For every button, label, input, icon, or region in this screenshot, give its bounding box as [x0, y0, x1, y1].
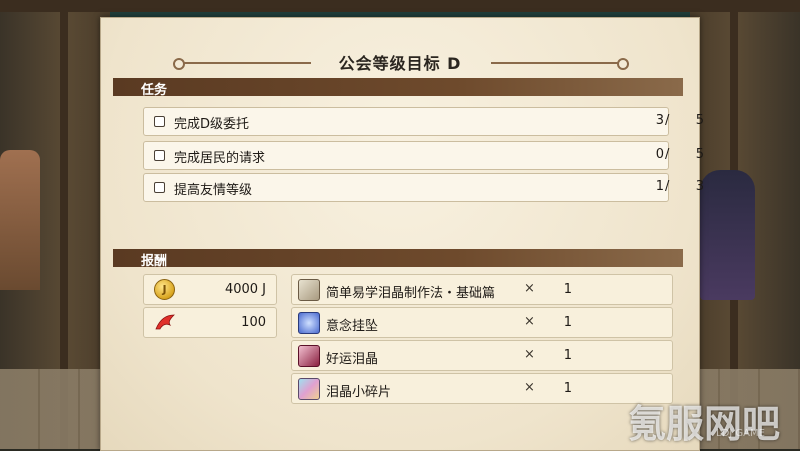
character-right — [700, 170, 755, 300]
reward-item-qty: 1 — [563, 315, 572, 330]
reward-money-value: 4000 J — [224, 282, 266, 297]
reward-item-name: 好运泪晶 — [326, 352, 379, 367]
task-current: 3 — [655, 113, 664, 128]
site-watermark: 氪服网吧 — [628, 402, 781, 446]
multiplier-sign: × — [524, 380, 535, 395]
task-label: 完成D级委托 — [174, 117, 250, 132]
reward-item-row[interactable]: 好运泪晶 × 1 — [291, 340, 673, 371]
site-watermark-sub: LDJ GAME — [716, 428, 765, 439]
reward-item-qty: 1 — [563, 381, 572, 396]
character-left — [0, 150, 40, 290]
jewel-coin-icon: J — [154, 279, 175, 300]
pendant-icon — [298, 312, 320, 334]
reward-money: J 4000 J — [143, 274, 277, 305]
checkbox-icon[interactable] — [154, 150, 165, 161]
task-label: 完成居民的请求 — [174, 151, 266, 166]
tasks-section-header: 任务 — [113, 78, 683, 98]
multiplier-sign: × — [524, 314, 535, 329]
reward-item-row[interactable]: 泪晶小碎片 × 1 — [291, 373, 673, 404]
task-current: 0 — [655, 147, 664, 162]
fairy-tail-emblem-icon — [155, 314, 175, 330]
reward-item-name: 意念挂坠 — [326, 319, 379, 334]
task-row[interactable]: 提高友情等级 1 / 3 — [143, 173, 704, 202]
task-slash: / — [665, 113, 670, 128]
reward-reputation-value: 100 — [241, 315, 266, 330]
reward-item-name: 泪晶小碎片 — [326, 385, 392, 400]
rewards-section-header: 报酬 — [113, 249, 683, 269]
multiplier-sign: × — [524, 281, 535, 296]
task-current: 1 — [655, 179, 664, 194]
task-row[interactable]: 完成居民的请求 0 / 5 — [143, 141, 704, 170]
task-slash: / — [665, 147, 670, 162]
red-crystal-icon — [298, 345, 320, 367]
task-total: 5 — [695, 113, 704, 128]
reward-item-name: 简单易学泪晶制作法・基础篇 — [326, 286, 496, 301]
checkbox-icon[interactable] — [154, 116, 165, 127]
task-total: 5 — [695, 147, 704, 162]
reward-item-qty: 1 — [563, 348, 572, 363]
ceiling-beam — [0, 0, 800, 12]
multiplier-sign: × — [524, 347, 535, 362]
reward-item-row[interactable]: 简单易学泪晶制作法・基础篇 × 1 — [291, 274, 673, 305]
reward-item-qty: 1 — [563, 282, 572, 297]
reward-item-row[interactable]: 意念挂坠 × 1 — [291, 307, 673, 338]
task-slash: / — [665, 179, 670, 194]
checkbox-icon[interactable] — [154, 182, 165, 193]
task-row[interactable]: 完成D级委托 3 / 5 — [143, 107, 704, 136]
book-icon — [298, 279, 320, 301]
reward-reputation: 100 — [143, 307, 277, 338]
rewards-section-label: 报酬 — [141, 254, 168, 269]
tasks-section-label: 任务 — [141, 83, 168, 98]
title-row: 公会等级目标 D — [101, 50, 699, 74]
task-label: 提高友情等级 — [174, 183, 253, 198]
task-total: 3 — [695, 179, 704, 194]
crystal-shard-icon — [298, 378, 320, 400]
guild-rank-goal-panel: 公会等级目标 D 任务 完成D级委托 3 / 5 完成居民的请求 0 / 5 提… — [100, 17, 704, 451]
panel-title: 公会等级目标 D — [338, 54, 462, 73]
